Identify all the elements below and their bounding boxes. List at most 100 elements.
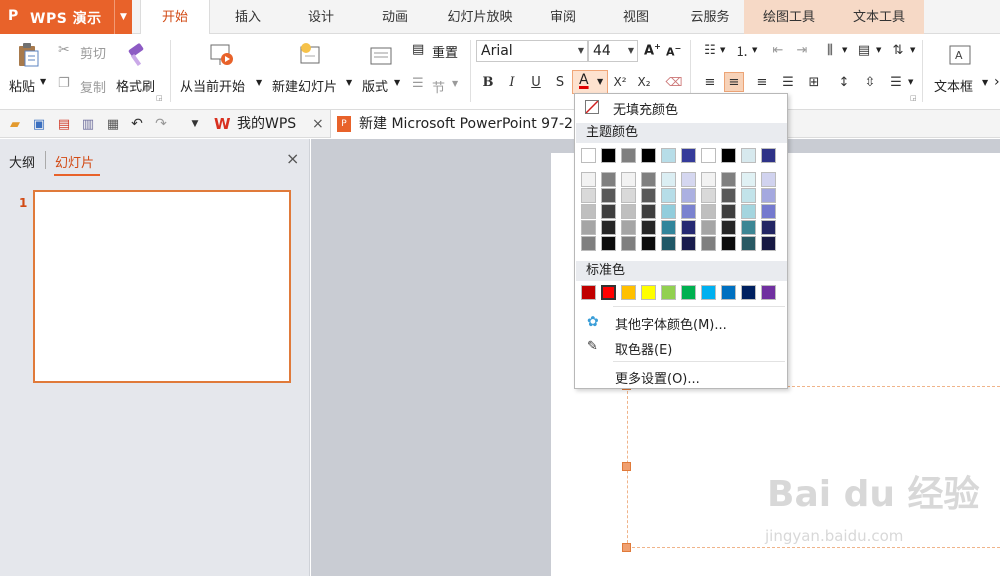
tab-outline[interactable]: 大纲 bbox=[9, 152, 35, 171]
theme-color-shade-swatch[interactable] bbox=[701, 172, 716, 187]
theme-color-shade-swatch[interactable] bbox=[621, 172, 636, 187]
theme-color-shade-swatch[interactable] bbox=[661, 172, 676, 187]
tab-insert[interactable]: 插入 bbox=[218, 0, 278, 34]
theme-color-swatch[interactable] bbox=[701, 148, 716, 163]
theme-color-shade-swatch[interactable] bbox=[701, 220, 716, 235]
doc-tab-presentation[interactable]: P 新建 Microsoft PowerPoint 97-2 bbox=[330, 110, 575, 138]
bullets-dropdown-icon[interactable]: ▼ bbox=[720, 46, 725, 54]
align-right-icon[interactable]: ≡ bbox=[752, 72, 772, 92]
from-current-button[interactable]: 从当前开始 bbox=[180, 76, 245, 95]
theme-color-shade-swatch[interactable] bbox=[681, 236, 696, 251]
ribbon-scroll-right-icon[interactable]: › bbox=[994, 74, 1000, 90]
play-from-current-icon[interactable] bbox=[206, 40, 236, 70]
standard-color-swatch[interactable] bbox=[641, 285, 656, 300]
theme-color-shade-swatch[interactable] bbox=[701, 188, 716, 203]
paste-button[interactable]: 粘贴 bbox=[9, 76, 35, 95]
standard-color-swatch[interactable] bbox=[721, 285, 736, 300]
paragraph-launcher-icon[interactable]: ◲ bbox=[910, 94, 917, 102]
layout-button[interactable]: 版式 bbox=[362, 76, 388, 95]
paste-dropdown-icon[interactable]: ▼ bbox=[40, 77, 46, 86]
standard-color-swatch[interactable] bbox=[581, 285, 596, 300]
bullets-icon[interactable]: ☷ bbox=[700, 40, 720, 60]
theme-color-shade-swatch[interactable] bbox=[701, 204, 716, 219]
theme-color-shade-swatch[interactable] bbox=[741, 188, 756, 203]
no-fill-option[interactable]: 无填充颜色 bbox=[613, 99, 678, 118]
columns-icon[interactable]: ⫼ bbox=[820, 40, 840, 60]
line-spacing-icon[interactable]: ↕ bbox=[834, 72, 854, 92]
theme-color-shade-swatch[interactable] bbox=[581, 236, 596, 251]
standard-color-swatch-selected[interactable] bbox=[601, 285, 616, 300]
resize-handle[interactable] bbox=[622, 543, 631, 552]
doc-tab-my-wps[interactable]: W 我的WPS × bbox=[208, 110, 328, 138]
theme-color-shade-swatch[interactable] bbox=[641, 188, 656, 203]
superscript-button[interactable]: X² bbox=[610, 72, 630, 92]
theme-color-shade-swatch[interactable] bbox=[621, 188, 636, 203]
theme-color-shade-swatch[interactable] bbox=[581, 220, 596, 235]
theme-color-shade-swatch[interactable] bbox=[661, 220, 676, 235]
theme-color-shade-swatch[interactable] bbox=[761, 188, 776, 203]
tab-design[interactable]: 设计 bbox=[290, 0, 352, 34]
shrink-font-icon[interactable]: A− bbox=[666, 44, 681, 59]
theme-color-swatch[interactable] bbox=[661, 148, 676, 163]
subscript-button[interactable]: X₂ bbox=[634, 72, 654, 92]
print-icon[interactable]: ▥ bbox=[79, 115, 97, 133]
section-dropdown-icon[interactable]: ▼ bbox=[452, 79, 458, 88]
font-size-combo[interactable]: 44 ▼ bbox=[588, 40, 638, 62]
tab-animation[interactable]: 动画 bbox=[364, 0, 426, 34]
distribute-icon[interactable]: ⊞ bbox=[804, 72, 824, 92]
theme-color-shade-swatch[interactable] bbox=[761, 220, 776, 235]
theme-color-shade-swatch[interactable] bbox=[641, 172, 656, 187]
theme-color-shade-swatch[interactable] bbox=[621, 236, 636, 251]
underline-button[interactable]: U bbox=[526, 72, 546, 92]
theme-color-shade-swatch[interactable] bbox=[681, 220, 696, 235]
increase-indent-icon[interactable]: ⇥ bbox=[792, 40, 812, 60]
text-align-dropdown-icon[interactable]: ▼ bbox=[876, 46, 881, 54]
paragraph-more-dropdown-icon[interactable]: ▼ bbox=[908, 78, 913, 86]
theme-color-shade-swatch[interactable] bbox=[681, 204, 696, 219]
theme-color-shade-swatch[interactable] bbox=[621, 220, 636, 235]
numbering-dropdown-icon[interactable]: ▼ bbox=[752, 46, 757, 54]
tab-review[interactable]: 审阅 bbox=[534, 0, 592, 34]
close-panel-icon[interactable]: × bbox=[286, 149, 299, 168]
theme-color-swatch[interactable] bbox=[621, 148, 636, 163]
theme-color-shade-swatch[interactable] bbox=[741, 220, 756, 235]
theme-color-shade-swatch[interactable] bbox=[721, 172, 736, 187]
italic-button[interactable]: I bbox=[502, 72, 522, 92]
theme-color-shade-swatch[interactable] bbox=[761, 204, 776, 219]
format-painter-icon[interactable] bbox=[124, 40, 150, 70]
format-painter-button[interactable]: 格式刷 bbox=[116, 76, 155, 95]
font-color-dropdown-icon[interactable]: ▼ bbox=[597, 77, 603, 86]
from-current-dropdown-icon[interactable]: ▼ bbox=[256, 78, 262, 87]
section-icon[interactable]: ☰ bbox=[412, 76, 424, 91]
tab-slides[interactable]: 幻灯片 bbox=[55, 152, 94, 171]
paragraph-spacing-icon[interactable]: ⇳ bbox=[860, 72, 880, 92]
theme-color-shade-swatch[interactable] bbox=[721, 204, 736, 219]
theme-color-shade-swatch[interactable] bbox=[721, 236, 736, 251]
theme-color-shade-swatch[interactable] bbox=[581, 188, 596, 203]
standard-color-swatch[interactable] bbox=[681, 285, 696, 300]
slide-thumbnail[interactable] bbox=[33, 190, 291, 383]
font-name-combo[interactable]: Arial ▼ bbox=[476, 40, 588, 62]
standard-color-swatch[interactable] bbox=[661, 285, 676, 300]
theme-color-shade-swatch[interactable] bbox=[601, 172, 616, 187]
theme-color-shade-swatch[interactable] bbox=[641, 204, 656, 219]
theme-color-shade-swatch[interactable] bbox=[681, 172, 696, 187]
theme-color-shade-swatch[interactable] bbox=[601, 236, 616, 251]
tab-slideshow[interactable]: 幻灯片放映 bbox=[437, 0, 523, 34]
close-tab-icon[interactable]: × bbox=[312, 110, 324, 138]
copy-icon[interactable]: ❐ bbox=[58, 76, 70, 91]
theme-color-shade-swatch[interactable] bbox=[721, 220, 736, 235]
theme-color-shade-swatch[interactable] bbox=[721, 188, 736, 203]
theme-color-swatch[interactable] bbox=[741, 148, 756, 163]
tab-home[interactable]: 开始 bbox=[140, 0, 210, 35]
theme-color-shade-swatch[interactable] bbox=[741, 204, 756, 219]
theme-color-shade-swatch[interactable] bbox=[761, 236, 776, 251]
theme-color-swatch[interactable] bbox=[681, 148, 696, 163]
theme-color-swatch[interactable] bbox=[581, 148, 596, 163]
undo-icon[interactable]: ↶ bbox=[128, 115, 146, 133]
theme-color-swatch[interactable] bbox=[761, 148, 776, 163]
cut-button[interactable]: 剪切 bbox=[80, 43, 106, 62]
textbox-icon[interactable]: A bbox=[946, 42, 974, 68]
standard-color-swatch[interactable] bbox=[621, 285, 636, 300]
theme-color-swatch[interactable] bbox=[721, 148, 736, 163]
